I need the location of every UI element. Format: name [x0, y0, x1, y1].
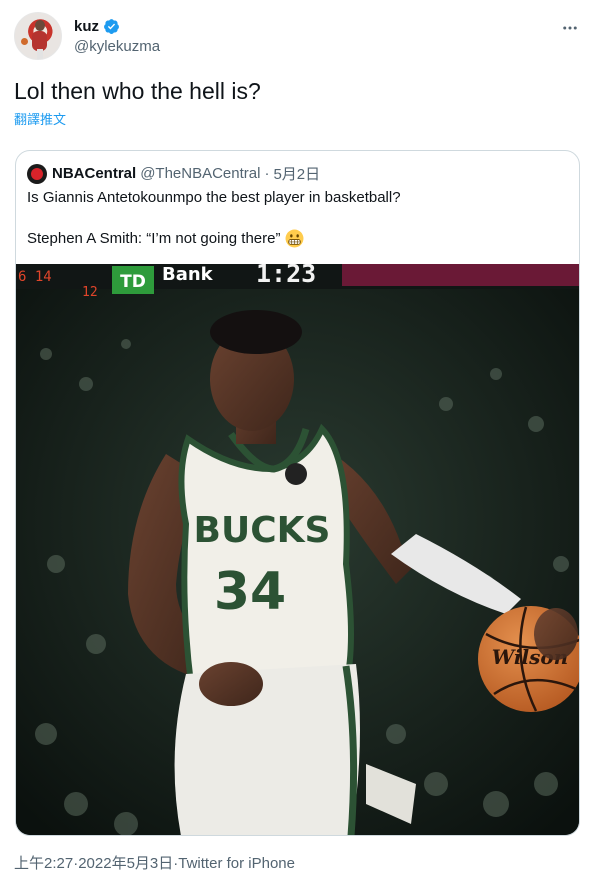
separator-dot: ·	[264, 165, 270, 182]
quoted-tweet-line-2: Stephen A Smith: “I’m not going there”	[27, 229, 304, 248]
jersey-number: 34	[214, 562, 286, 622]
tweet-date[interactable]: 2022年5月3日	[78, 852, 173, 873]
quoted-author-name: NBACentral	[52, 165, 137, 182]
quoted-tweet-photo[interactable]: 6 14 12 TD Bank 1:23 BUCKS 34 Wilson	[16, 264, 579, 835]
author-handle[interactable]: @kylekuzma	[74, 38, 160, 55]
tweet-source[interactable]: Twitter for iPhone	[178, 855, 295, 872]
verified-badge-icon	[104, 18, 119, 34]
scoreboard-logo: TD	[120, 272, 146, 292]
quoted-tweet-line-2-text: Stephen A Smith: “I’m not going there”	[27, 230, 281, 247]
svg-text:6 14: 6 14	[18, 269, 52, 285]
more-options-icon[interactable]	[558, 16, 582, 40]
tweet-time[interactable]: 上午2:27	[14, 852, 73, 873]
user-avatar-icon[interactable]	[14, 12, 62, 60]
scoreboard-sponsor: Bank	[162, 264, 214, 285]
quoted-avatar-icon	[27, 163, 47, 184]
quoted-tweet-header: NBACentral @TheNBACentral · 5月2日	[27, 163, 320, 184]
tweet-header: kuz @kylekuzma	[14, 12, 582, 64]
tweet-footer: 上午2:27 · 2022年5月3日 · Twitter for iPhone	[14, 852, 295, 873]
translate-tweet-link[interactable]: 翻譯推文	[14, 109, 66, 128]
quoted-tweet-line-1: Is Giannis Antetokounmpo the best player…	[27, 189, 401, 206]
author-info[interactable]: kuz @kylekuzma	[74, 16, 160, 56]
quoted-author-handle: @TheNBACentral	[140, 165, 261, 182]
svg-text:12: 12	[82, 285, 98, 300]
quoted-tweet[interactable]: NBACentral @TheNBACentral · 5月2日 Is Gian…	[15, 150, 580, 836]
quoted-tweet-date: 5月2日	[273, 166, 321, 183]
scoreboard-time: 1:23	[256, 264, 316, 288]
jersey-text: BUCKS	[194, 510, 331, 551]
author-name[interactable]: kuz	[74, 18, 99, 35]
tweet-text: Lol then who the hell is?	[14, 78, 261, 104]
grimacing-face-emoji-icon	[286, 229, 304, 248]
basketball-player-image: 6 14 12 TD Bank 1:23 BUCKS 34 Wilson	[16, 264, 579, 835]
